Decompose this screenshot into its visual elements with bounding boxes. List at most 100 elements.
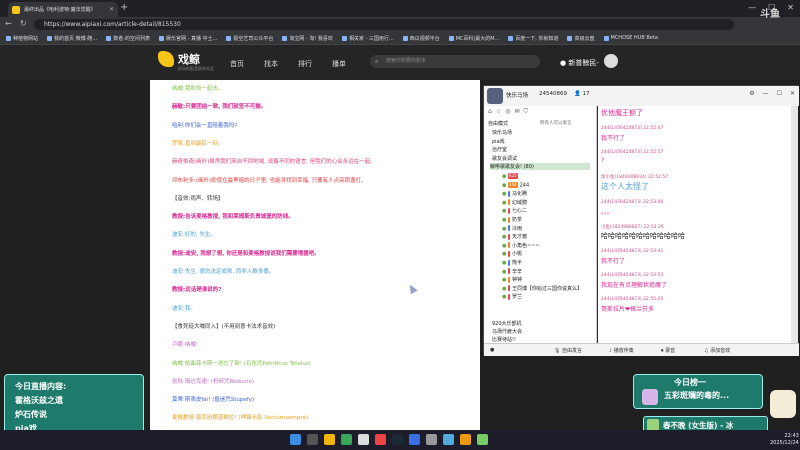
channel-item[interactable]: 马场仟雇大会 — [492, 328, 522, 335]
home-icon[interactable]: ⌂ — [488, 108, 492, 115]
settings-icon[interactable]: ⚙ — [749, 90, 754, 97]
member-item[interactable]: ● 冷雨 — [502, 225, 522, 232]
member-item[interactable]: ● 辛辛 — [502, 268, 522, 275]
bookmark-item[interactable]: 相关家 - 三国用行... — [341, 35, 394, 42]
maximize-icon[interactable]: ☐ — [777, 90, 782, 97]
chat-message-body: ? — [601, 157, 605, 164]
new-tab-icon[interactable]: + — [120, 3, 128, 13]
browser-icon[interactable] — [341, 434, 352, 445]
whale-logo-icon — [158, 51, 174, 67]
browser-tab[interactable]: 最终出品《哈利波特:魔法觉醒》 ✕ — [8, 2, 118, 17]
chat-scrollbar[interactable] — [791, 106, 798, 343]
app-icon[interactable] — [443, 434, 454, 445]
site-favicon-icon — [12, 5, 20, 14]
close-window-icon[interactable]: ✕ — [787, 3, 794, 12]
member-name: 天才酱 — [511, 234, 527, 241]
member-item[interactable]: ● 小桃 — [502, 250, 522, 257]
mode-desc: 所有人可以发言 — [540, 121, 572, 126]
search-input[interactable]: ⌕ 搜索你想要的剧本 — [370, 55, 540, 68]
channel-item[interactable]: 920大乐部机 — [492, 320, 522, 327]
member-item[interactable]: ● 244 244 — [502, 181, 529, 188]
chat-log: 优他魔王额了 244(1476424873) 22:52:47 我不行了 244(14… — [598, 106, 791, 343]
mail-icon[interactable]: ✉ — [514, 108, 519, 115]
avatar[interactable] — [604, 54, 618, 68]
nav-playlist[interactable]: 播单 — [332, 59, 346, 69]
bookmark-item[interactable]: 百度一下, 你就知道 — [508, 35, 558, 42]
app-icon[interactable] — [477, 434, 488, 445]
nav-home[interactable]: 首页 — [230, 59, 244, 69]
bookmark-item[interactable]: 数者-的空间列表 — [106, 35, 150, 42]
url-input[interactable]: https://www.aipiaxi.com/article-detail/8… — [34, 19, 734, 30]
bookmark-item[interactable]: 种植物网站 — [6, 35, 38, 42]
bookmark-item[interactable]: 西瓜视频平台 — [402, 35, 440, 42]
close-icon[interactable]: ✕ — [790, 90, 795, 97]
member-item[interactable]: ● K25 — [502, 173, 520, 180]
nav-rank[interactable]: 排行 — [298, 59, 312, 69]
channel-item[interactable]: pia戏 — [492, 138, 505, 145]
member-badge — [507, 199, 510, 206]
member-item[interactable]: ● 奶茶 — [502, 216, 522, 223]
app-icon[interactable] — [375, 434, 386, 445]
reload-icon[interactable]: ↻ — [20, 19, 27, 28]
app-icon[interactable] — [358, 434, 369, 445]
star-icon[interactable]: ☆ — [496, 108, 501, 115]
steam-icon[interactable] — [392, 434, 403, 445]
member-item[interactable]: ● 天才酱 — [502, 233, 527, 240]
user-menu[interactable]: ● 新普鲸民- — [560, 58, 599, 68]
member-badge — [507, 268, 510, 275]
voice-chat-controls: ⚙ — ☐ ✕ — [749, 90, 795, 97]
channel-item[interactable]: 快乐马场 — [492, 129, 512, 136]
site-logo[interactable]: 戏鲸 好玩的配音剧本社区 — [158, 51, 214, 71]
close-tab-icon[interactable]: ✕ — [109, 6, 114, 13]
channel-item[interactable]: 治疗室 — [492, 146, 507, 153]
bookmark-item[interactable]: 极空艺司公众平台 — [226, 35, 273, 42]
play-bgm-button[interactable]: ♪ 播放伴奏 — [609, 347, 634, 354]
app-icon[interactable] — [460, 434, 471, 445]
member-item[interactable]: ● 熊半 — [502, 259, 522, 266]
member-item[interactable]: ● 钟钟 — [502, 276, 522, 283]
clock[interactable]: 22:43 2025/12/24 — [770, 433, 799, 447]
member-name: 幻域鹦 — [511, 199, 527, 206]
member-item[interactable]: ● 幻域鹦 — [502, 199, 527, 206]
script-line: 迪安:先生, 德念决定成败, 而非人数多寡。 — [172, 269, 275, 275]
bookmark-item[interactable]: MC百科|最大的M... — [448, 35, 499, 42]
add-effect-button[interactable]: ♫ 添加音效 — [704, 347, 730, 354]
free-talk-button[interactable]: 🎙 自由发言 — [554, 347, 582, 354]
bookmark-item[interactable]: 高级云盘 — [567, 35, 595, 42]
member-item[interactable]: ● 罗兰 — [502, 293, 522, 300]
chat-message-body: 优他魔王额了 — [601, 109, 643, 117]
record-button[interactable]: ⏺ 录音 — [661, 347, 675, 354]
channel-item[interactable]: 鲸啡歌歌友会! (80) — [490, 163, 590, 171]
bookmark-item[interactable]: 淘宝网 - 淘! 我喜欢 — [282, 35, 333, 42]
script-line: 赫敏:只要团结一致, 我们就坚不可摧。 — [172, 104, 267, 111]
search-icon[interactable] — [307, 434, 318, 445]
bookmark-icon — [603, 35, 609, 41]
member-item[interactable]: ● 王同博【你始过三国你说真么】 — [502, 285, 582, 292]
bookmark-item[interactable]: 娱乐官网 - 真播 中土... — [159, 35, 217, 42]
add-effect-label: 添加音效 — [710, 348, 731, 354]
play-bgm-label: 播放伴奏 — [613, 348, 634, 354]
location-icon[interactable]: ◎ — [505, 108, 510, 115]
channel-item[interactable]: 比赛待站!! — [492, 336, 516, 343]
nav-find[interactable]: 找本 — [264, 59, 278, 69]
app-icon[interactable] — [409, 434, 420, 445]
mode-label: 自由模式 — [488, 121, 509, 127]
shield-icon[interactable]: ⛉ — [523, 108, 528, 115]
folder-icon[interactable] — [324, 434, 335, 445]
bookmark-icon — [508, 35, 514, 41]
minimize-icon[interactable]: — — [763, 90, 769, 97]
app-icon[interactable] — [426, 434, 437, 445]
mic-icon[interactable]: ● — [490, 347, 494, 353]
bookmark-item[interactable]: 我的首页 微博-随... — [47, 35, 97, 42]
member-name: 钟钟 — [511, 277, 522, 284]
bookmark-item[interactable]: MCHOSE HUB Beta — [603, 35, 658, 41]
channel-item[interactable]: 歌友会调试 — [492, 155, 517, 162]
start-icon[interactable] — [290, 434, 301, 445]
script-line: 【食死徒大喊同入】(不用刻意卡法术音效) — [172, 323, 276, 330]
member-item[interactable]: ● 小角色~~~ — [502, 242, 540, 249]
member-item[interactable]: ● 马化腾 — [502, 190, 527, 197]
back-icon[interactable]: ← — [5, 19, 12, 28]
minimize-icon[interactable]: — — [748, 3, 756, 12]
member-badge — [507, 233, 510, 240]
member-item[interactable]: ● 七心二 — [502, 207, 527, 214]
